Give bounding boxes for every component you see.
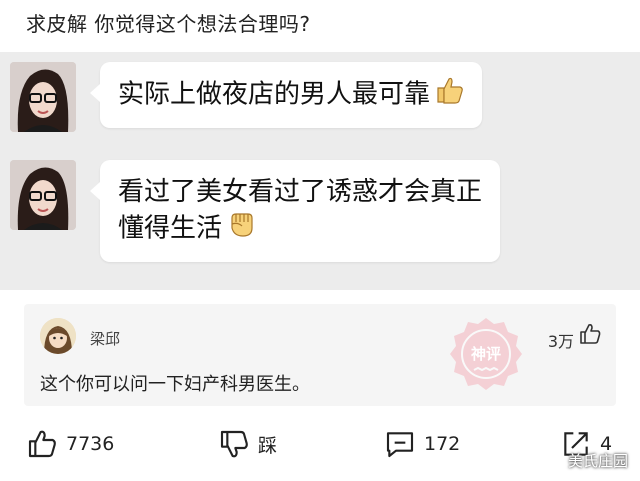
thumbs-up-icon	[434, 76, 464, 114]
commenter-avatar[interactable]	[40, 318, 76, 354]
dislike-label: 踩	[258, 434, 278, 457]
watermark: 美氏庄园	[567, 452, 628, 470]
commenter-username[interactable]: 梁邱	[90, 328, 120, 349]
dislike-button[interactable]: 踩	[218, 428, 277, 460]
top-comment-stamp-icon: 神评	[444, 314, 528, 398]
thumbs-down-icon	[220, 430, 248, 458]
thumbs-up-icon	[28, 430, 56, 458]
like-button[interactable]: 7736	[26, 428, 114, 460]
comment-like-icon[interactable]	[578, 322, 602, 350]
chat-bubble: 看过了美女看过了诱惑才会真正 懂得生活	[89, 160, 501, 262]
chat-text-line: 看过了美女看过了诱惑才会真正	[118, 177, 483, 207]
avatar	[10, 160, 76, 230]
comment-button[interactable]: 172	[384, 428, 460, 460]
chat-message: 实际上做夜店的男人最可靠	[10, 62, 483, 132]
chat-text: 实际上做夜店的男人最可靠	[118, 79, 431, 110]
top-comment[interactable]: 梁邱 神评 3万 这个你可以问一下妇产科男医生。	[24, 304, 616, 406]
post-title: 求皮解 你觉得这个想法合理吗?	[26, 12, 311, 36]
comment-icon	[386, 432, 414, 458]
chat-screenshot: 实际上做夜店的男人最可靠 看过了美女看过了诱惑才会真正 懂得生活	[0, 52, 640, 290]
comment-text: 这个你可以问一下妇产科男医生。	[40, 374, 310, 395]
comment-like-count: 3万	[547, 332, 574, 351]
fist-icon	[226, 210, 256, 248]
chat-bubble: 实际上做夜店的男人最可靠	[89, 62, 483, 128]
stamp-text: 神评	[471, 345, 501, 363]
action-bar: 7736 踩 172 4	[0, 420, 640, 470]
avatar	[10, 62, 76, 132]
comment-count: 172	[424, 433, 461, 455]
chat-text-line: 懂得生活	[118, 213, 223, 244]
chat-message: 看过了美女看过了诱惑才会真正 懂得生活	[10, 160, 501, 262]
like-count: 7736	[66, 433, 115, 455]
